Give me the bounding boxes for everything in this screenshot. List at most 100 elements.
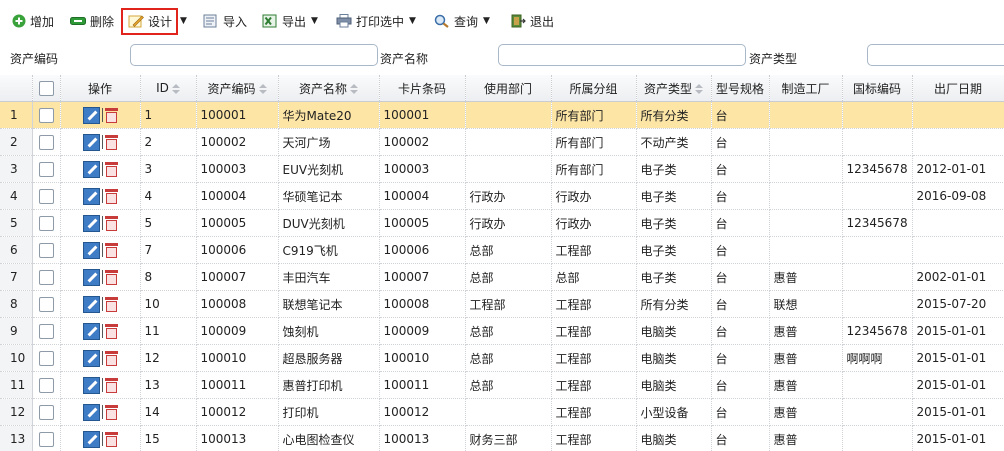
cell-model: 台 (711, 398, 770, 426)
row-checkbox-cell[interactable] (32, 371, 61, 399)
select-all-checkbox-cell[interactable] (32, 75, 61, 102)
edit-icon[interactable] (82, 295, 100, 313)
row-checkbox[interactable] (38, 323, 54, 339)
table-row[interactable]: 2 2 100002 天河广场 100002 所有部门 不动产类台 (0, 128, 1004, 156)
row-checkbox[interactable] (38, 431, 54, 447)
trash-icon[interactable] (104, 188, 118, 204)
row-checkbox[interactable] (38, 242, 54, 258)
edit-icon[interactable] (82, 106, 100, 124)
exit-button[interactable]: 退出 (510, 10, 554, 32)
trash-icon[interactable] (104, 350, 118, 366)
row-checkbox[interactable] (38, 107, 54, 123)
chevron-down-icon[interactable]: ▼ (483, 16, 490, 26)
design-dropdown-arrow[interactable]: ▼ (180, 10, 187, 32)
table-row[interactable]: 4 4 100004 华硕笔记本 100004 行政办 行政办 电子类台 2016-09-08 (0, 182, 1004, 210)
cell-dept (465, 155, 552, 183)
row-checkbox[interactable] (38, 215, 54, 231)
asset-type-input[interactable] (867, 44, 1004, 66)
trash-icon[interactable] (104, 242, 118, 258)
row-checkbox[interactable] (38, 269, 54, 285)
table-row[interactable]: 6 7 100006 C919飞机 100006 总部 工程部 电子类台 (0, 236, 1004, 264)
model-header[interactable]: 型号规格 (711, 75, 770, 102)
row-checkbox[interactable] (38, 161, 54, 177)
row-checkbox[interactable] (38, 188, 54, 204)
table-row[interactable]: 3 3 100003 EUV光刻机 100003 所有部门 电子类台 12345678 2012… (0, 155, 1004, 183)
query-button[interactable]: 查询 ▼ (434, 10, 490, 32)
edit-icon[interactable] (82, 349, 100, 367)
row-checkbox-cell[interactable] (32, 101, 61, 129)
row-checkbox-cell[interactable] (32, 155, 61, 183)
sort-icon[interactable] (171, 83, 180, 94)
asset-code-header[interactable]: 资产编码 (196, 75, 279, 102)
intl-code-header[interactable]: 国标编码 (842, 75, 913, 102)
table-row[interactable]: 5 5 100005 DUV光刻机 100005 行政办 行政办 电子类台 12345678 (0, 209, 1004, 237)
edit-icon[interactable] (82, 187, 100, 205)
row-checkbox-cell[interactable] (32, 317, 61, 345)
delete-button[interactable]: 删除 (70, 10, 114, 32)
trash-icon[interactable] (104, 296, 118, 312)
edit-icon[interactable] (82, 160, 100, 178)
row-checkbox[interactable] (38, 296, 54, 312)
edit-icon[interactable] (82, 133, 100, 151)
sort-icon[interactable] (695, 84, 703, 94)
select-all-checkbox[interactable] (38, 80, 54, 96)
edit-icon[interactable] (82, 241, 100, 259)
row-checkbox[interactable] (38, 404, 54, 420)
print-selected-button[interactable]: 打印选中 ▼ (336, 10, 416, 32)
trash-icon[interactable] (104, 323, 118, 339)
table-row[interactable]: 13 15 100013 心电图检查仪 100013 财务三部 工程部 电脑类台惠普 2015-… (0, 425, 1004, 451)
row-checkbox-cell[interactable] (32, 290, 61, 318)
add-button[interactable]: 增加 (12, 10, 54, 32)
trash-icon[interactable] (104, 431, 118, 447)
row-checkbox-cell[interactable] (32, 263, 61, 291)
trash-icon[interactable] (104, 107, 118, 123)
row-checkbox[interactable] (38, 377, 54, 393)
dept-header[interactable]: 使用部门 (465, 75, 552, 102)
trash-icon[interactable] (104, 377, 118, 393)
asset-type-header[interactable]: 资产类型 (636, 75, 712, 102)
row-checkbox-cell[interactable] (32, 398, 61, 426)
table-row[interactable]: 11 13 100011 惠普打印机 100011 总部 工程部 电脑类台惠普 2015-01-… (0, 371, 1004, 399)
trash-icon[interactable] (104, 161, 118, 177)
table-row[interactable]: 7 8 100007 丰田汽车 100007 总部 总部 电子类台惠普 2002-01-01 (0, 263, 1004, 291)
trash-icon[interactable] (104, 404, 118, 420)
asset-name-input[interactable] (498, 44, 746, 66)
edit-icon[interactable] (82, 214, 100, 232)
table-row[interactable]: 12 14 100012 打印机 100012 工程部 小型设备台惠普 2015-01-01 (0, 398, 1004, 426)
date-header[interactable]: 出厂日期 (912, 75, 1004, 102)
edit-icon[interactable] (82, 322, 100, 340)
import-button[interactable]: 导入 (203, 10, 247, 32)
group-header[interactable]: 所属分组 (551, 75, 637, 102)
edit-icon[interactable] (82, 268, 100, 286)
table-row[interactable]: 9 11 100009 蚀刻机 100009 总部 工程部 电脑类台惠普 12345678 201… (0, 317, 1004, 345)
row-checkbox-cell[interactable] (32, 182, 61, 210)
row-checkbox-cell[interactable] (32, 236, 61, 264)
trash-icon[interactable] (104, 215, 118, 231)
edit-icon[interactable] (82, 376, 100, 394)
row-checkbox-cell[interactable] (32, 128, 61, 156)
card-barcode-header[interactable]: 卡片条码 (379, 75, 466, 102)
trash-icon[interactable] (104, 269, 118, 285)
edit-icon[interactable] (82, 403, 100, 421)
row-checkbox-cell[interactable] (32, 425, 61, 451)
id-header[interactable]: ID (140, 75, 197, 102)
design-button[interactable]: 设计 (128, 10, 172, 32)
sort-icon[interactable] (258, 84, 267, 94)
trash-icon[interactable] (104, 134, 118, 150)
table-row[interactable]: 8 10 100008 联想笔记本 100008 工程部 工程部 所有分类台联想 2015-07… (0, 290, 1004, 318)
row-checkbox[interactable] (38, 350, 54, 366)
export-button[interactable]: 导出 ▼ (262, 10, 318, 32)
row-checkbox[interactable] (38, 134, 54, 150)
chevron-down-icon[interactable]: ▼ (311, 16, 318, 26)
table-row[interactable]: 1 1 100001 华为Mate20 100001 所有部门 所有分类台 (0, 101, 1004, 129)
sort-icon[interactable] (350, 84, 358, 94)
asset-code-input[interactable] (130, 44, 378, 66)
asset-name-header[interactable]: 资产名称 (278, 75, 380, 102)
maker-header[interactable]: 制造工厂 (769, 75, 843, 102)
row-checkbox-cell[interactable] (32, 209, 61, 237)
row-checkbox-cell[interactable] (32, 344, 61, 372)
edit-icon[interactable] (82, 430, 100, 448)
chevron-down-icon[interactable]: ▼ (409, 16, 416, 26)
table-row[interactable]: 10 12 100010 超恳服务器 100010 总部 工程部 电脑类台惠普 啊啊啊 2015-… (0, 344, 1004, 372)
row-number: 5 (0, 209, 33, 237)
